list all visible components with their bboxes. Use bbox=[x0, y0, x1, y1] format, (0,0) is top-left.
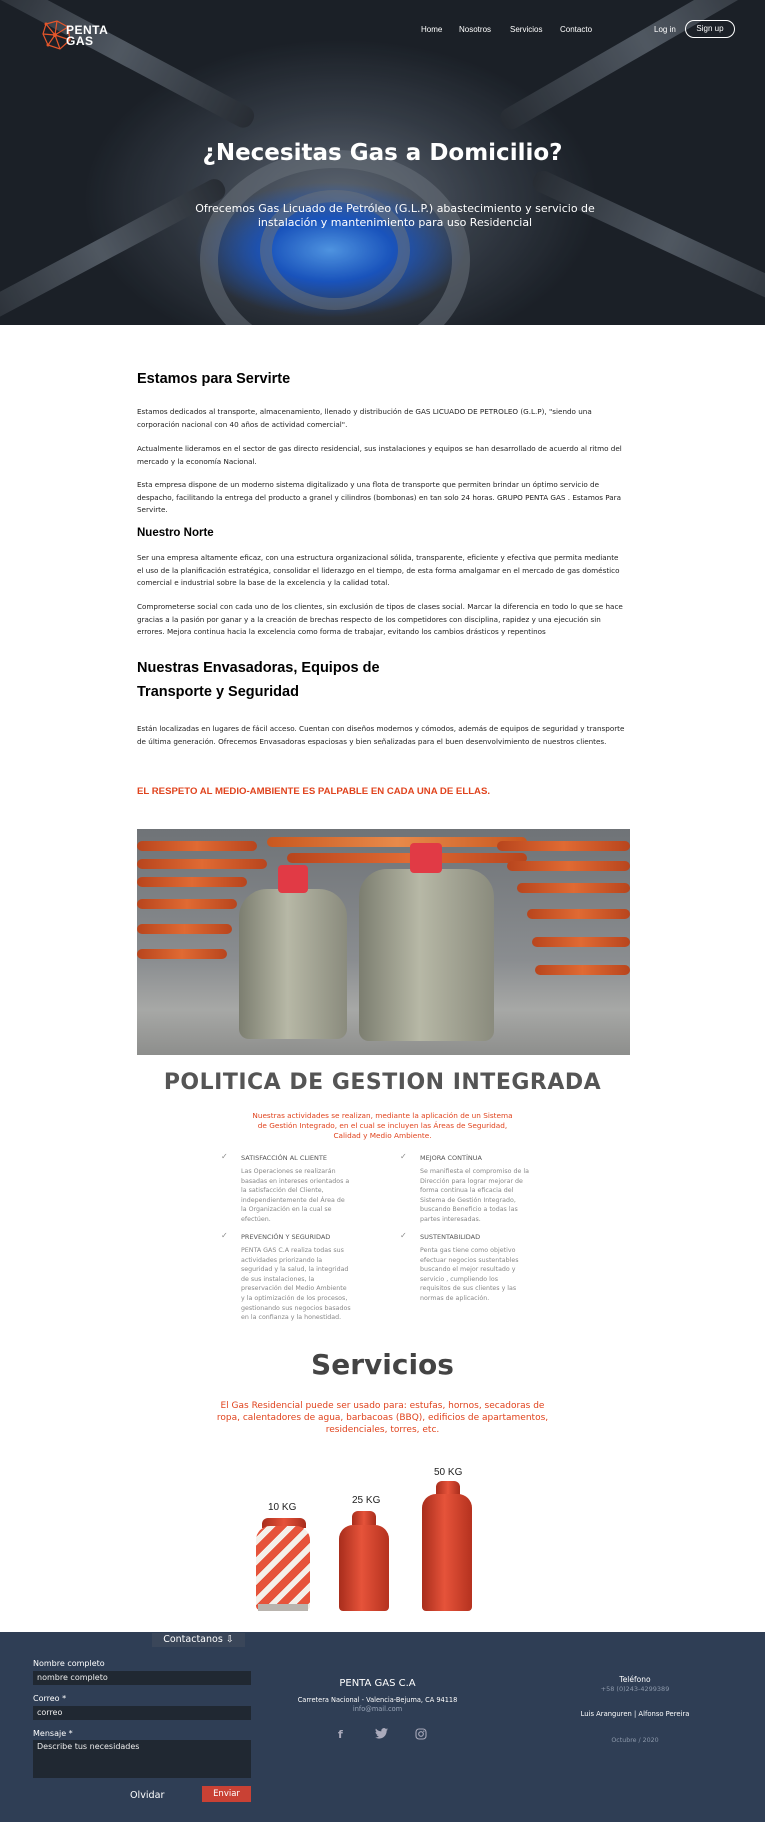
name-label: Nombre completo bbox=[33, 1659, 105, 1668]
large-tank-valve bbox=[410, 843, 442, 873]
check-icon: ✓ bbox=[221, 1152, 228, 1161]
pipe-rack bbox=[267, 837, 527, 847]
politica-item-text: PENTA GAS C.A realiza todas sus activida… bbox=[241, 1247, 351, 1322]
nav-contacto[interactable]: Contacto bbox=[560, 25, 592, 34]
pipe-rack bbox=[517, 883, 630, 893]
pipe-rack bbox=[137, 924, 232, 934]
cylinder-10-base bbox=[258, 1604, 308, 1611]
hero-banner: PENTA GAS Home Nosotros Servicios Contac… bbox=[0, 0, 765, 325]
nav-nosotros[interactable]: Nosotros bbox=[459, 25, 491, 34]
cylinder-25-valve bbox=[352, 1511, 376, 1525]
about-paragraph-1: Estamos dedicados al transporte, almacen… bbox=[137, 407, 592, 429]
email-input[interactable]: correo bbox=[33, 1706, 251, 1720]
environment-highlight: EL RESPETO AL MEDIO-AMBIENTE ES PALPABLE… bbox=[137, 786, 491, 797]
politica-intro: Nuestras actividades se realizan, median… bbox=[252, 1111, 513, 1140]
login-link[interactable]: Log in bbox=[654, 25, 676, 34]
company-address: Carretera Nacional - Valencia-Bejuma, CA… bbox=[297, 1696, 458, 1704]
politica-item-text: Las Operaciones se realizarán basadas en… bbox=[241, 1168, 350, 1223]
pipe-rack bbox=[137, 841, 257, 851]
section-title-envasadoras-2: Transporte y Seguridad bbox=[137, 684, 299, 700]
logo-text-gas: GAS bbox=[66, 34, 94, 48]
pipe-rack bbox=[535, 965, 630, 975]
politica-item-text: Penta gas tiene como objetivo efectuar n… bbox=[420, 1247, 519, 1302]
politica-item-text: Se manifiesta el compromiso de la Direcc… bbox=[420, 1168, 529, 1223]
large-tank bbox=[359, 869, 494, 1041]
company-email[interactable]: info@mail.com bbox=[265, 1705, 490, 1713]
email-label: Correo * bbox=[33, 1694, 67, 1703]
norte-paragraph-1: Ser una empresa altamente eficaz, con un… bbox=[137, 553, 620, 587]
politica-item-title: SATISFACCIÓN AL CLIENTE bbox=[241, 1154, 327, 1162]
about-paragraph-2: Actualmente lideramos en el sector de ga… bbox=[137, 444, 622, 466]
phone-label: Teléfono bbox=[619, 1675, 651, 1684]
norte-paragraph-2: Comprometerse social con cada uno de los… bbox=[137, 602, 623, 636]
cylinder-label-25: 25 KG bbox=[352, 1495, 381, 1506]
check-icon: ✓ bbox=[400, 1152, 407, 1161]
hero-subtitle: Ofrecemos Gas Licuado de Petróleo (G.L.P… bbox=[195, 202, 595, 229]
pipe-rack bbox=[532, 937, 630, 947]
politica-item-title: PREVENCIÓN Y SEGURIDAD bbox=[241, 1233, 331, 1241]
cylinder-50-valve bbox=[436, 1481, 460, 1495]
small-tank-valve bbox=[278, 865, 308, 893]
cylinder-10-kg bbox=[256, 1526, 310, 1610]
pipe-rack bbox=[287, 853, 527, 863]
pipe-rack bbox=[137, 877, 247, 887]
section-title-envasadoras-1: Nuestras Envasadoras, Equipos de bbox=[137, 660, 380, 676]
check-icon: ✓ bbox=[221, 1231, 228, 1240]
servicios-title: Servicios bbox=[311, 1348, 454, 1381]
clear-button[interactable]: Olvidar bbox=[130, 1790, 164, 1801]
message-textarea[interactable]: Describe tus necesidades bbox=[33, 1740, 251, 1778]
nav-home[interactable]: Home bbox=[421, 25, 442, 34]
cylinder-25-kg bbox=[339, 1525, 389, 1611]
phone-number[interactable]: +58 (0)243-4299389 bbox=[560, 1685, 710, 1693]
cylinder-label-50: 50 KG bbox=[434, 1467, 463, 1478]
facebook-icon[interactable]: f bbox=[338, 1728, 343, 1741]
check-icon: ✓ bbox=[400, 1231, 407, 1240]
footer-date: Octubre / 2020 bbox=[611, 1737, 659, 1744]
gas-tanks-photo bbox=[137, 829, 630, 1055]
section-title-norte: Nuestro Norte bbox=[137, 527, 214, 539]
envasadoras-paragraph: Están localizadas en lugares de fácil ac… bbox=[137, 724, 625, 746]
pipe-rack bbox=[507, 861, 630, 871]
footer bbox=[0, 1632, 765, 1822]
send-button[interactable]: Enviar bbox=[202, 1786, 251, 1802]
page: PENTA GAS Home Nosotros Servicios Contac… bbox=[0, 0, 765, 1822]
pipe-rack bbox=[137, 899, 237, 909]
section-title-servirte: Estamos para Servirte bbox=[137, 371, 291, 387]
pipe-rack bbox=[137, 859, 267, 869]
name-input[interactable]: nombre completo bbox=[33, 1671, 251, 1685]
about-paragraph-3: Esta empresa dispone de un moderno siste… bbox=[137, 480, 622, 514]
pipe-rack bbox=[527, 909, 630, 919]
politica-title: POLITICA DE GESTION INTEGRADA bbox=[163, 1070, 602, 1095]
cylinder-50-kg bbox=[422, 1494, 472, 1611]
nav-servicios[interactable]: Servicios bbox=[510, 25, 542, 34]
logo[interactable]: PENTA GAS bbox=[40, 18, 110, 52]
pipe-rack bbox=[137, 949, 227, 959]
message-label: Mensaje * bbox=[33, 1729, 73, 1738]
logo-text: PENTA GAS bbox=[66, 24, 108, 48]
contact-tab[interactable]: Contactanos ⇩ bbox=[152, 1633, 245, 1647]
politica-item-title: MEJORA CONTÍNUA bbox=[420, 1154, 482, 1162]
politica-item-title: SUSTENTABILIDAD bbox=[420, 1233, 481, 1241]
twitter-icon[interactable] bbox=[375, 1728, 388, 1739]
pipe-rack bbox=[497, 841, 630, 851]
hero-title: ¿Necesitas Gas a Domicilio? bbox=[202, 140, 563, 166]
signup-button[interactable]: Sign up bbox=[685, 20, 735, 38]
small-tank bbox=[239, 889, 347, 1039]
servicios-text: El Gas Residencial puede ser usado para:… bbox=[216, 1401, 549, 1435]
company-name: PENTA GAS C.A bbox=[339, 1678, 416, 1689]
cylinder-label-10: 10 KG bbox=[268, 1502, 297, 1513]
author-names: Luis Aranguren | Alfonso Pereira bbox=[580, 1710, 690, 1718]
instagram-icon[interactable] bbox=[415, 1728, 427, 1740]
